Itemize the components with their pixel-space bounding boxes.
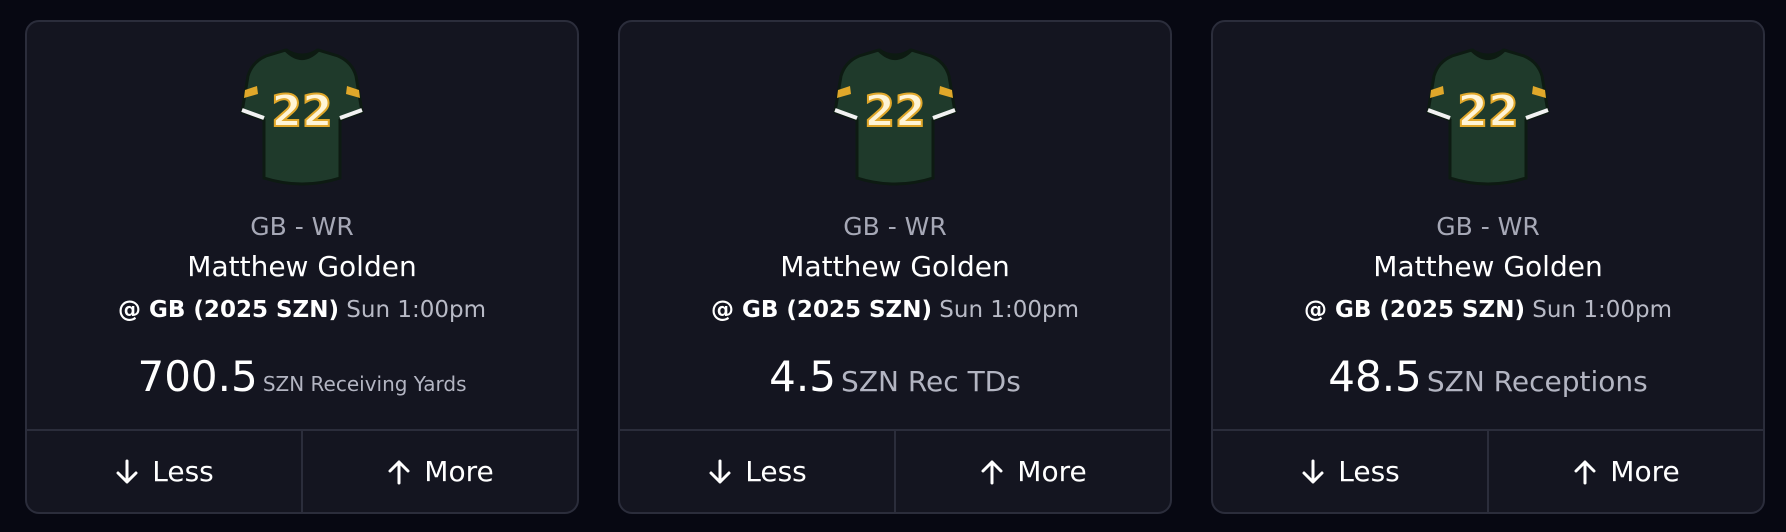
- pick-actions: Less More: [1213, 429, 1763, 512]
- stat-label: SZN Receiving Yards: [262, 372, 467, 396]
- arrow-down-icon: [709, 459, 731, 483]
- player-name: Matthew Golden: [1373, 250, 1603, 283]
- jersey-number: 22: [271, 86, 332, 137]
- more-label: More: [424, 455, 494, 488]
- player-position: GB - WR: [250, 212, 354, 241]
- less-button[interactable]: Less: [620, 431, 896, 512]
- matchup-time: Sun 1:00pm: [1532, 297, 1672, 323]
- jersey-number: 22: [864, 86, 925, 137]
- less-button[interactable]: Less: [27, 431, 303, 512]
- less-label: Less: [152, 455, 214, 488]
- projection-card[interactable]: 22 GB - WR Matthew Golden @ GB (2025 SZN…: [618, 20, 1172, 514]
- projection-card[interactable]: 22 GB - WR Matthew Golden @ GB (2025 SZN…: [25, 20, 579, 514]
- arrow-up-icon: [981, 460, 1003, 484]
- less-label: Less: [745, 455, 807, 488]
- matchup: @ GB (2025 SZN) Sun 1:00pm: [620, 296, 1170, 324]
- projection-cards-row: 22 GB - WR Matthew Golden @ GB (2025 SZN…: [0, 0, 1786, 532]
- more-button[interactable]: More: [1489, 431, 1763, 512]
- more-label: More: [1017, 455, 1087, 488]
- projection-line: 48.5 SZN Receptions: [1213, 352, 1763, 402]
- less-button[interactable]: Less: [1213, 431, 1489, 512]
- pick-actions: Less More: [27, 429, 577, 512]
- matchup-time: Sun 1:00pm: [346, 297, 486, 323]
- jersey-number: 22: [1457, 86, 1518, 137]
- player-position: GB - WR: [843, 212, 947, 241]
- stat-label: SZN Receptions: [1426, 365, 1648, 398]
- jersey-icon: 22: [833, 48, 957, 186]
- matchup-team: @ GB (2025 SZN): [1304, 297, 1525, 323]
- matchup: @ GB (2025 SZN) Sun 1:00pm: [1213, 296, 1763, 324]
- arrow-down-icon: [1302, 459, 1324, 483]
- matchup-time: Sun 1:00pm: [939, 297, 1079, 323]
- line-value: 4.5: [769, 352, 836, 401]
- jersey-icon: 22: [1426, 48, 1550, 186]
- stat-label: SZN Rec TDs: [841, 365, 1021, 398]
- projection-card[interactable]: 22 GB - WR Matthew Golden @ GB (2025 SZN…: [1211, 20, 1765, 514]
- arrow-up-icon: [1574, 460, 1596, 484]
- line-value: 48.5: [1328, 352, 1422, 401]
- player-position: GB - WR: [1436, 212, 1540, 241]
- arrow-down-icon: [116, 459, 138, 483]
- more-label: More: [1610, 455, 1680, 488]
- projection-line: 4.5 SZN Rec TDs: [620, 352, 1170, 402]
- more-button[interactable]: More: [896, 431, 1170, 512]
- player-name: Matthew Golden: [187, 250, 417, 283]
- arrow-up-icon: [388, 460, 410, 484]
- more-button[interactable]: More: [303, 431, 577, 512]
- matchup: @ GB (2025 SZN) Sun 1:00pm: [27, 296, 577, 324]
- player-name: Matthew Golden: [780, 250, 1010, 283]
- pick-actions: Less More: [620, 429, 1170, 512]
- projection-line: 700.5 SZN Receiving Yards: [27, 352, 577, 402]
- less-label: Less: [1338, 455, 1400, 488]
- jersey-icon: 22: [240, 48, 364, 186]
- matchup-team: @ GB (2025 SZN): [118, 297, 339, 323]
- line-value: 700.5: [137, 352, 258, 401]
- matchup-team: @ GB (2025 SZN): [711, 297, 932, 323]
